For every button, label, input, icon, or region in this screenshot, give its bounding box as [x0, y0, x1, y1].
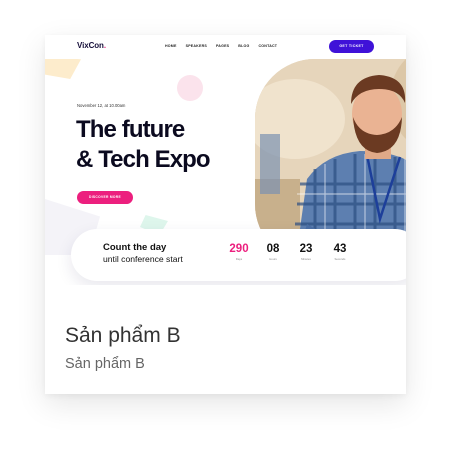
- nav-link-home[interactable]: HOME: [165, 44, 177, 48]
- nav-link-speakers[interactable]: SPEAKERS: [186, 44, 207, 48]
- discover-more-button[interactable]: DISCOVER MORE: [77, 191, 133, 204]
- nav-link-contact[interactable]: CONTACT: [258, 44, 277, 48]
- countdown-minutes: 23 Minutes: [291, 243, 321, 261]
- countdown-subtitle: until conference start: [103, 254, 183, 264]
- countdown-days: 290 Days: [224, 243, 254, 261]
- product-card[interactable]: VixCon. HOME SPEAKERS PAGES BLOG CONTACT…: [45, 35, 406, 394]
- countdown-bar: Count the day until conference start 290…: [71, 229, 406, 281]
- hero-title: The future & Tech Expo: [76, 116, 211, 173]
- nav-menu: HOME SPEAKERS PAGES BLOG CONTACT: [165, 44, 286, 48]
- get-ticket-button[interactable]: GET TICKET: [329, 40, 374, 53]
- countdown-label: Minutes: [301, 257, 311, 261]
- site-navbar: VixCon. HOME SPEAKERS PAGES BLOG CONTACT…: [45, 35, 406, 59]
- decorative-circle: [177, 75, 203, 101]
- countdown-hours: 08 Hours: [258, 243, 288, 261]
- countdown-value: 43: [333, 243, 347, 255]
- decorative-shape: [45, 57, 81, 79]
- site-logo[interactable]: VixCon.: [77, 41, 106, 50]
- event-date: November 12, at 10.00am: [77, 103, 126, 108]
- countdown-value: 290: [229, 243, 249, 255]
- countdown-seconds: 43 Seconds: [325, 243, 355, 261]
- nav-link-blog[interactable]: BLOG: [238, 44, 249, 48]
- product-title[interactable]: Sản phẩm B: [65, 324, 181, 348]
- countdown-value: 23: [299, 243, 313, 255]
- countdown-value: 08: [266, 243, 280, 255]
- countdown-label: Hours: [269, 257, 277, 261]
- countdown-title: Count the day: [103, 242, 167, 253]
- product-preview-image[interactable]: VixCon. HOME SPEAKERS PAGES BLOG CONTACT…: [45, 35, 406, 285]
- product-subtitle: Sản phẩm B: [65, 356, 145, 372]
- nav-link-pages[interactable]: PAGES: [216, 44, 229, 48]
- countdown-label: Seconds: [334, 257, 346, 261]
- countdown-label: Days: [235, 257, 243, 261]
